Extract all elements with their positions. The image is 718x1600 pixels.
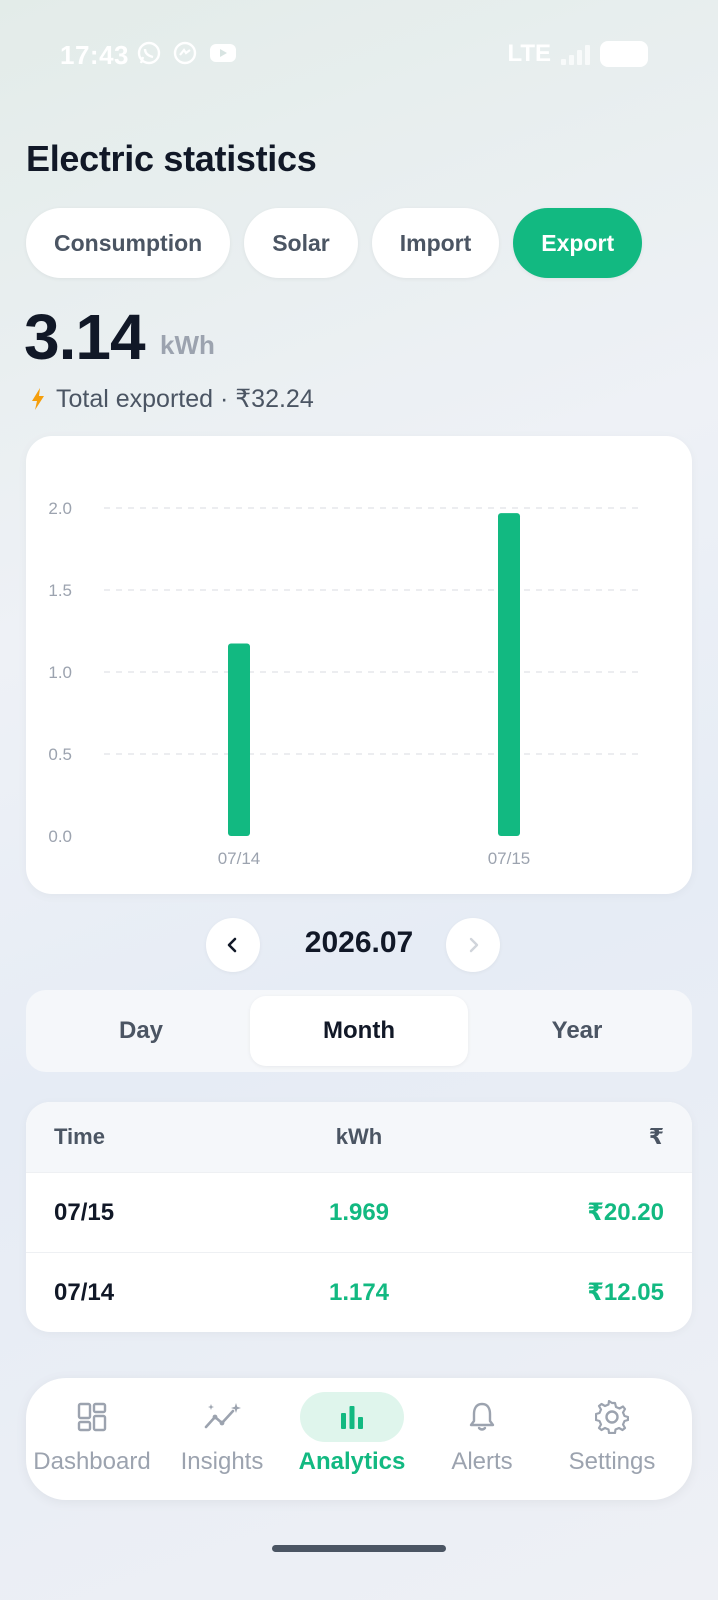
period-label: 2026.07: [304, 926, 414, 959]
header-time: Time: [54, 1124, 105, 1149]
segment-year[interactable]: Year: [468, 996, 686, 1066]
x-tick-label: 07/14: [218, 849, 261, 868]
tab-export[interactable]: Export: [513, 208, 643, 278]
tab-consumption[interactable]: Consumption: [26, 208, 231, 278]
total-caption-row: Total exported · ₹32.24: [30, 384, 314, 414]
nav-insights[interactable]: Insights: [156, 1392, 288, 1488]
row-time: 07/14: [54, 1278, 115, 1306]
status-time: 17:43: [60, 40, 129, 70]
row-cost: ₹20.20: [587, 1199, 664, 1226]
bell-icon: [469, 1402, 495, 1431]
y-tick-label: 0.5: [48, 745, 72, 764]
data-table: Time kWh ₹ 07/15 1.969 ₹20.20 07/14 1.17…: [26, 1102, 692, 1332]
header-cost: ₹: [648, 1124, 664, 1149]
y-tick-label: 1.0: [48, 663, 72, 682]
nav-label: Insights: [180, 1448, 264, 1475]
status-bar: 17:43 LTE: [0, 36, 718, 72]
tab-solar[interactable]: Solar: [244, 208, 358, 278]
y-tick-label: 2.0: [48, 499, 72, 518]
youtube-icon: [210, 44, 236, 62]
row-time: 07/15: [54, 1198, 115, 1226]
row-cost: ₹12.05: [587, 1279, 664, 1306]
table-row[interactable]: 07/15 1.969 ₹20.20: [26, 1172, 692, 1252]
bar-chart-icon: [341, 1406, 363, 1429]
granularity-selector: Day Month Year: [26, 990, 692, 1072]
nav-dashboard[interactable]: Dashboard: [26, 1392, 158, 1488]
status-right: LTE: [507, 40, 648, 68]
chart-bar[interactable]: [498, 513, 520, 836]
whatsapp-icon: [137, 41, 161, 65]
battery-icon: [600, 41, 648, 67]
chevron-right-icon: [469, 937, 479, 953]
page-title: Electric statistics: [26, 138, 317, 179]
nav-label: Settings: [568, 1448, 656, 1475]
active-indicator: [300, 1392, 404, 1442]
y-tick-label: 0.0: [48, 827, 72, 846]
segment-month[interactable]: Month: [250, 996, 468, 1066]
y-tick-label: 1.5: [48, 581, 72, 600]
next-period-button[interactable]: [446, 918, 500, 972]
gear-icon: [595, 1400, 629, 1434]
header-kwh: kWh: [335, 1124, 383, 1149]
total-unit: kWh: [160, 330, 215, 360]
nav-alerts[interactable]: Alerts: [416, 1392, 548, 1488]
table-row[interactable]: 07/14 1.174 ₹12.05: [26, 1252, 692, 1332]
nav-label: Dashboard: [33, 1448, 151, 1475]
dashboard-icon: [77, 1402, 107, 1432]
insights-icon: [204, 1403, 241, 1429]
segment-day[interactable]: Day: [32, 996, 250, 1066]
network-label: LTE: [507, 40, 551, 67]
row-kwh: 1.174: [328, 1278, 390, 1306]
type-tabs: Consumption Solar Import Export: [26, 208, 643, 278]
tab-import[interactable]: Import: [371, 208, 500, 278]
nav-analytics[interactable]: Analytics: [286, 1392, 418, 1488]
chart-card: 0.0 0.5 1.0 1.5 2.0 07/14 07/15: [26, 436, 692, 894]
export-bar-chart: 0.0 0.5 1.0 1.5 2.0 07/14 07/15: [48, 499, 644, 868]
nav-label: Analytics: [298, 1448, 406, 1475]
home-indicator: [272, 1545, 446, 1552]
table-header: Time kWh ₹: [26, 1102, 692, 1172]
signal-icon: [561, 43, 590, 65]
bottom-nav: Dashboard Insights Analytics Alerts Sett…: [26, 1378, 692, 1500]
row-kwh: 1.969: [328, 1198, 390, 1226]
period-nav: 2026.07: [0, 916, 718, 972]
nav-label: Alerts: [451, 1448, 513, 1475]
nav-settings[interactable]: Settings: [546, 1392, 678, 1488]
messenger-icon: [173, 41, 197, 65]
total-caption: Total exported · ₹32.24: [56, 385, 314, 413]
bolt-icon: [32, 388, 44, 410]
total-value: 3.14: [24, 301, 146, 373]
x-tick-label: 07/15: [488, 849, 531, 868]
chart-bar[interactable]: [228, 643, 250, 836]
